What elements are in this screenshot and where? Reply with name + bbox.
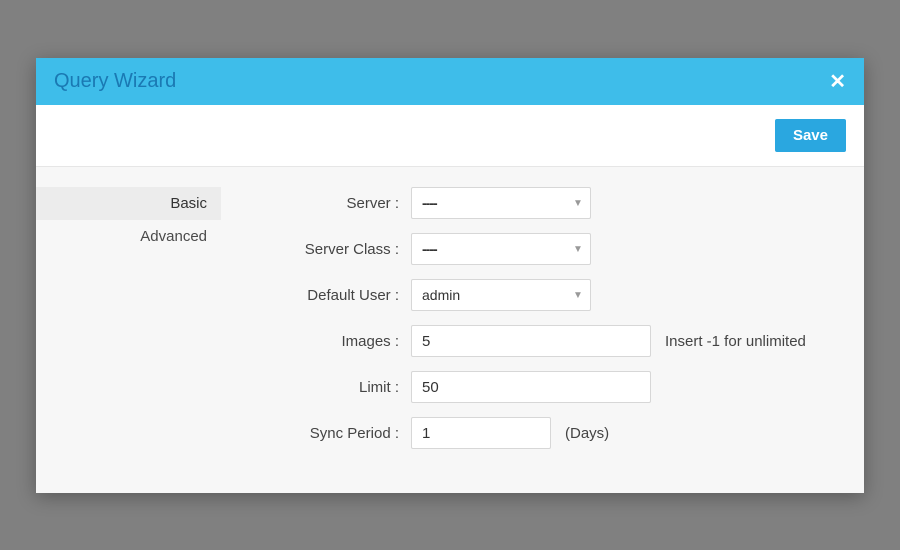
sync-period-input[interactable] xyxy=(411,417,551,449)
label-server: Server : xyxy=(241,195,411,212)
server-select[interactable]: ---- ▼ xyxy=(411,187,591,219)
modal-title: Query Wizard xyxy=(54,70,176,93)
row-default-user: Default User : admin ▼ xyxy=(241,279,844,311)
label-limit: Limit : xyxy=(241,379,411,396)
sidebar-item-label: Advanced xyxy=(140,228,207,245)
row-images: Images : Insert -1 for unlimited xyxy=(241,325,844,357)
row-server-class: Server Class : ---- ▼ xyxy=(241,233,844,265)
query-wizard-modal: Query Wizard ✕ Save Basic Advanced Serve… xyxy=(36,58,864,493)
images-input[interactable] xyxy=(411,325,651,357)
label-images: Images : xyxy=(241,333,411,350)
label-sync-period: Sync Period : xyxy=(241,425,411,442)
sidebar: Basic Advanced xyxy=(36,187,221,493)
row-limit: Limit : xyxy=(241,371,844,403)
modal-body: Basic Advanced Server : ---- ▼ Server Cl… xyxy=(36,167,864,493)
row-sync-period: Sync Period : (Days) xyxy=(241,417,844,449)
modal-header: Query Wizard ✕ xyxy=(36,58,864,105)
limit-input[interactable] xyxy=(411,371,651,403)
close-icon[interactable]: ✕ xyxy=(829,72,846,92)
sidebar-item-advanced[interactable]: Advanced xyxy=(36,220,221,253)
images-hint: Insert -1 for unlimited xyxy=(665,333,806,350)
default-user-select[interactable]: admin ▼ xyxy=(411,279,591,311)
sync-period-hint: (Days) xyxy=(565,425,609,442)
server-select-value: ---- xyxy=(422,195,437,211)
sidebar-item-basic[interactable]: Basic xyxy=(36,187,221,220)
label-default-user: Default User : xyxy=(241,287,411,304)
row-server: Server : ---- ▼ xyxy=(241,187,844,219)
server-class-select-value: ---- xyxy=(422,241,437,257)
save-button[interactable]: Save xyxy=(775,119,846,152)
label-server-class: Server Class : xyxy=(241,241,411,258)
default-user-select-value: admin xyxy=(422,287,460,303)
toolbar: Save xyxy=(36,105,864,167)
form-area: Server : ---- ▼ Server Class : ---- ▼ xyxy=(221,187,864,493)
sidebar-item-label: Basic xyxy=(170,195,207,212)
server-class-select[interactable]: ---- ▼ xyxy=(411,233,591,265)
